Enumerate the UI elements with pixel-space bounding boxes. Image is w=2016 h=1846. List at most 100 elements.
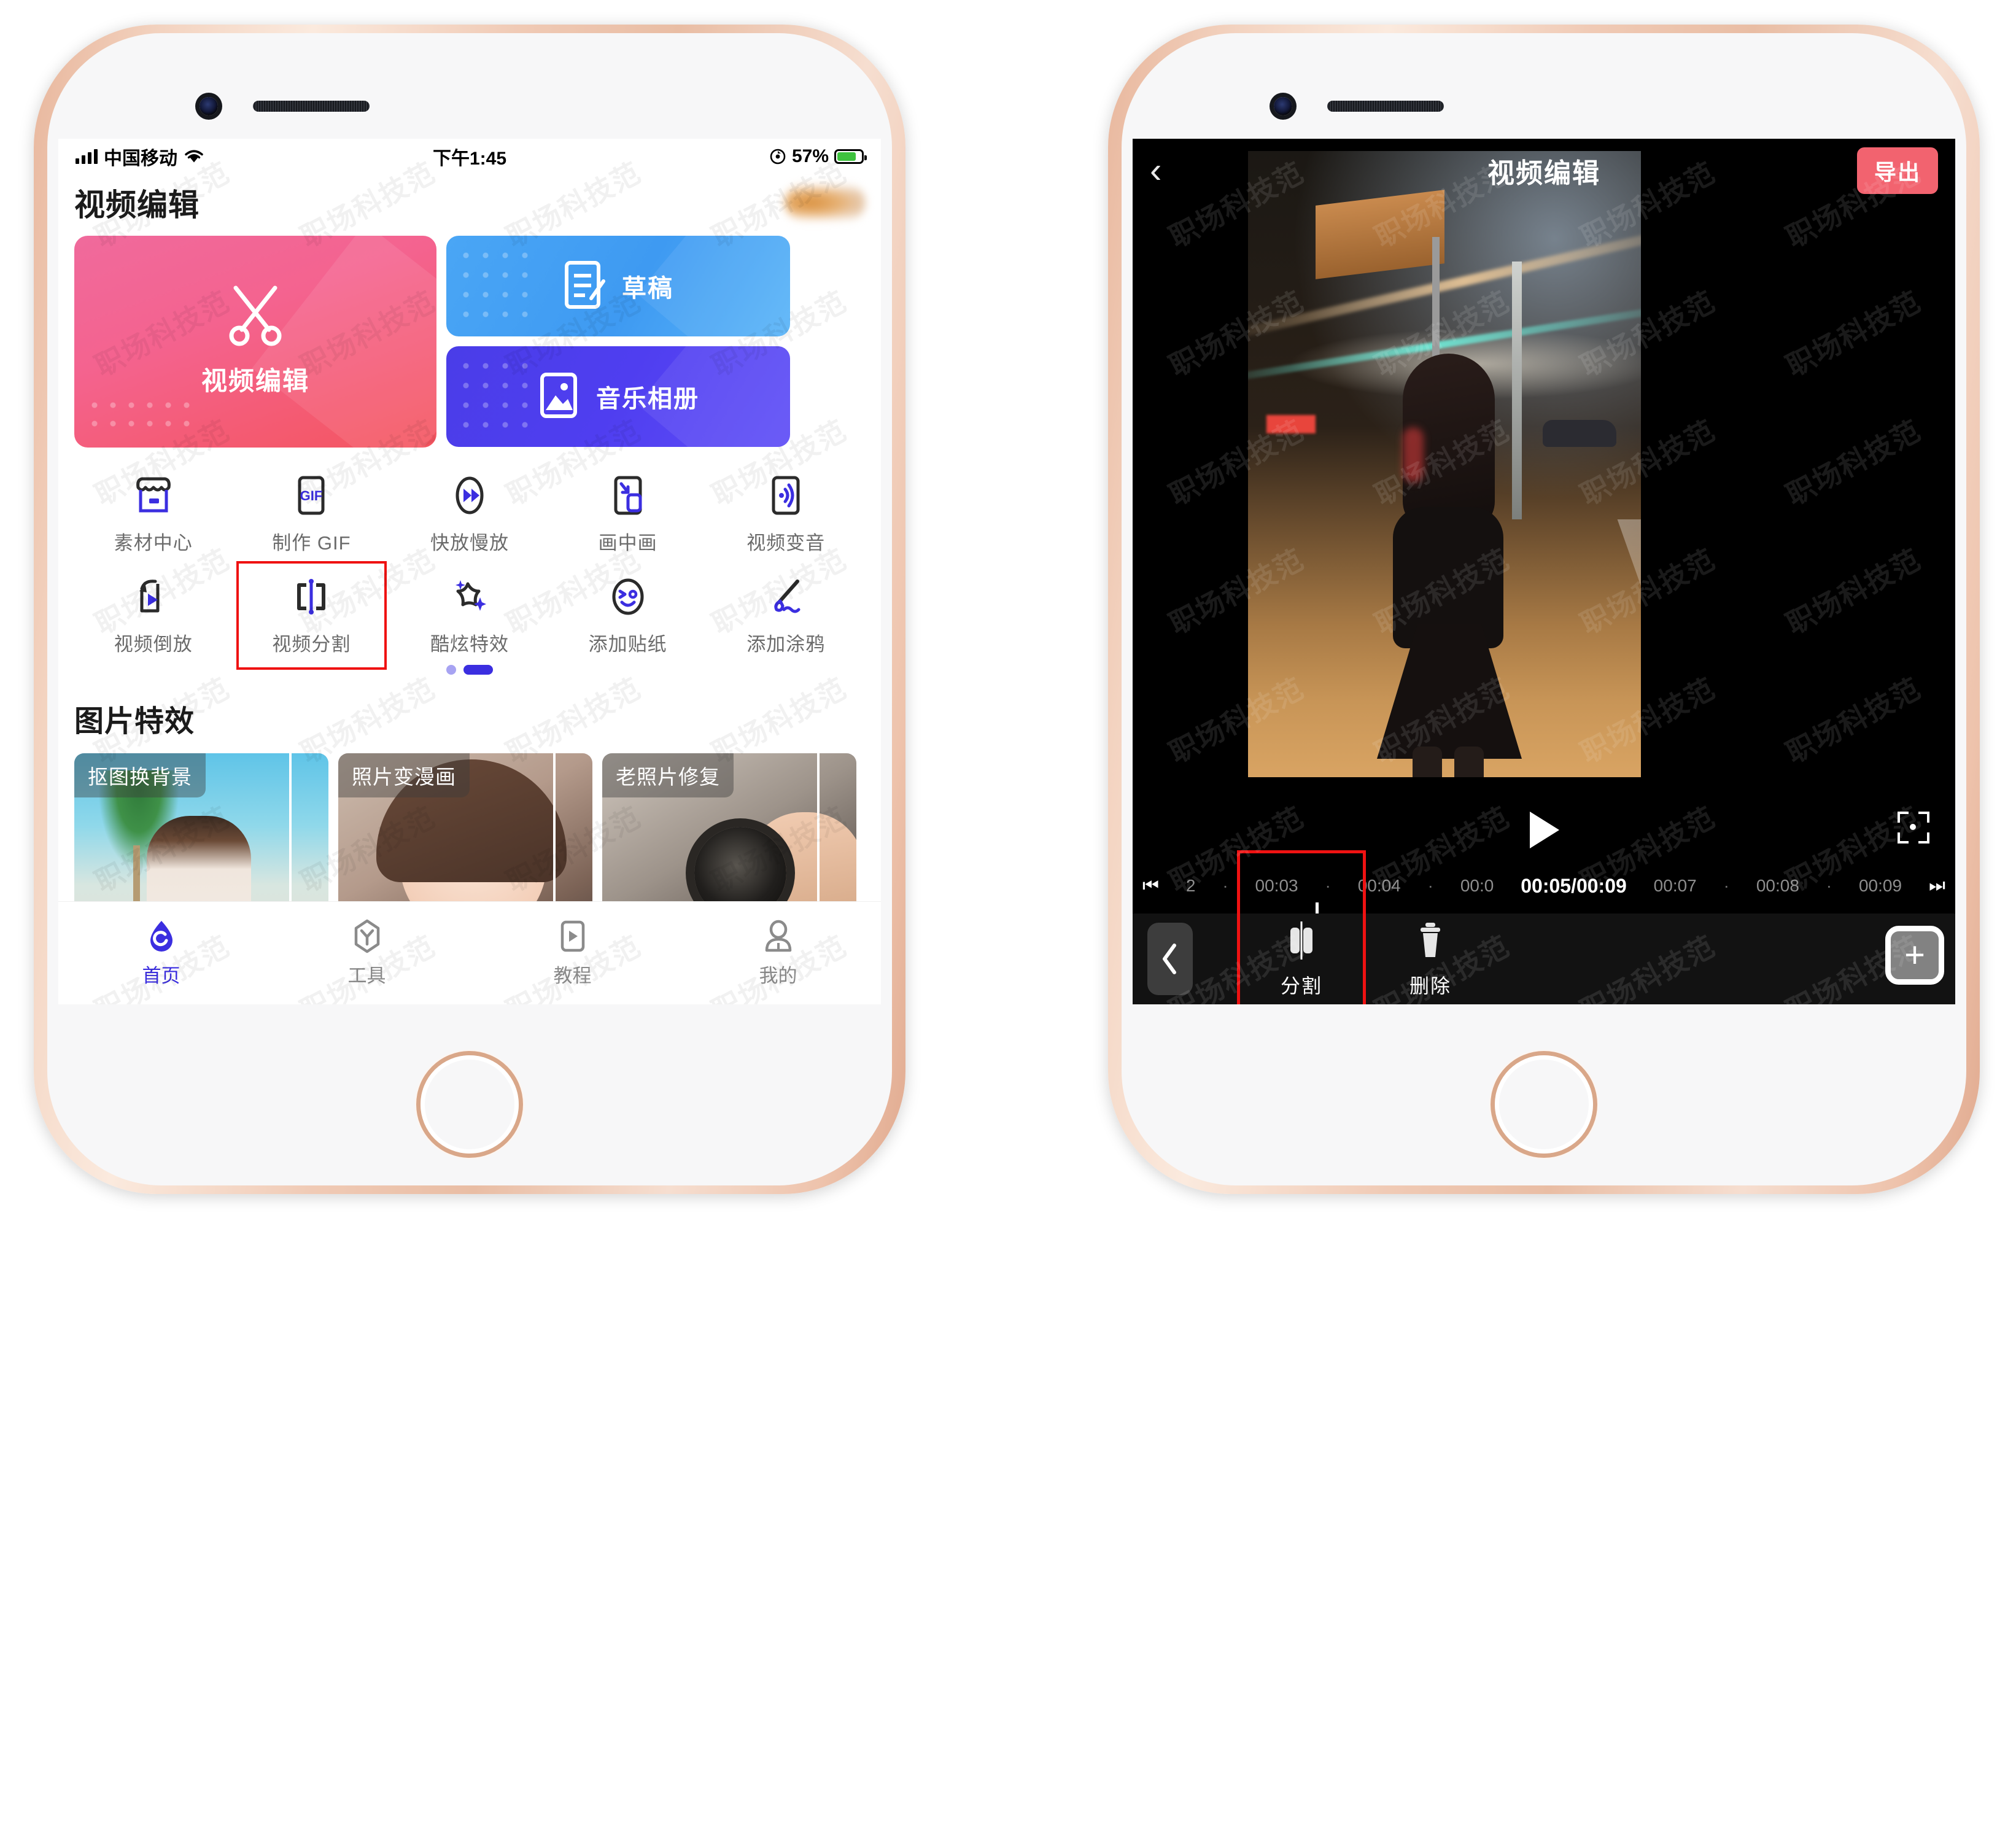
- photo-album-icon: [537, 371, 580, 423]
- video-edit-card-label: 视频编辑: [201, 366, 309, 395]
- tools-grid: 素材中心 GIF 制作 GIF 快放慢放 画中画 视频变音 视频倒放 视频分割 …: [74, 463, 865, 670]
- front-camera-icon: [1274, 97, 1292, 115]
- tabbar-label: 我的: [759, 965, 797, 987]
- voice-change-icon: [766, 472, 806, 519]
- ruler-tick: 00:09: [1858, 876, 1902, 895]
- ruler-tick: 00:07: [1653, 876, 1697, 895]
- left-phone-screen: 职场科技范 职场科技范 职场科技范 职场科技范 职场科技范 职场科技范 职场科技…: [58, 139, 881, 1004]
- video-edit-card[interactable]: 视频编辑: [74, 236, 436, 448]
- ruler-tick: 2: [1185, 876, 1196, 895]
- hero-section: 视频编辑 草稿 音乐相册: [74, 236, 865, 448]
- grid-item-add-sticker[interactable]: 添加贴纸: [549, 565, 707, 664]
- status-left: 中国移动: [76, 143, 204, 170]
- tabbar-label: 教程: [553, 965, 592, 987]
- grid-item-speed[interactable]: 快放慢放: [390, 463, 549, 562]
- battery-percent-label: 57%: [791, 146, 829, 166]
- person-subject: [1368, 354, 1528, 777]
- trash-icon: [1421, 923, 1440, 957]
- grid-item-voice-change[interactable]: 视频变音: [707, 463, 865, 562]
- toolbar-items: 分割 删除: [1237, 850, 1495, 1004]
- neon-sign-decor: [1266, 415, 1316, 433]
- tutorial-icon: [560, 920, 584, 952]
- watermark-text: 职场科技范: [1780, 414, 1926, 511]
- scissors-icon: [229, 285, 282, 346]
- video-split-icon: [289, 573, 333, 620]
- grid-item-video-split[interactable]: 视频分割: [233, 561, 391, 670]
- store-icon: [133, 472, 174, 519]
- section-title-photo-effects: 图片特效: [74, 705, 195, 738]
- grid-item-reverse-play[interactable]: 视频倒放: [74, 565, 233, 664]
- toolbar-item-delete[interactable]: 删除: [1366, 919, 1495, 999]
- skip-to-end-icon[interactable]: ⏭: [1929, 875, 1945, 896]
- grid-item-label: 视频倒放: [114, 634, 193, 655]
- hero-side-column: 草稿 音乐相册: [446, 236, 790, 448]
- grid-item-make-gif[interactable]: GIF 制作 GIF: [233, 463, 391, 562]
- grid-item-cool-effects[interactable]: 酷炫特效: [390, 565, 549, 664]
- tabbar-item-home[interactable]: 首页: [58, 918, 264, 988]
- skip-to-start-icon[interactable]: ⏮: [1142, 875, 1159, 896]
- grid-item-label: 视频分割: [272, 634, 351, 655]
- effect-tag: 老照片修复: [602, 753, 734, 797]
- tabbar-item-tools[interactable]: 工具: [264, 918, 470, 988]
- svg-text:GIF: GIF: [300, 488, 323, 503]
- app-header: 视频编辑: [74, 174, 865, 231]
- toolbar-item-split[interactable]: 分割: [1237, 850, 1366, 1004]
- page-dot-active[interactable]: [463, 665, 493, 675]
- grid-item-label: 快放慢放: [430, 532, 509, 554]
- effect-tag: 抠图换背景: [74, 753, 206, 797]
- draft-document-icon: [563, 260, 606, 312]
- right-phone-mockup: ‹ 视频编辑 导出 ⏮ 2 · 00:03 · 00:04 · 00:0 00:…: [1108, 25, 1980, 1194]
- grid-item-label: 制作 GIF: [272, 532, 351, 554]
- home-button[interactable]: [421, 1055, 519, 1154]
- gif-icon: GIF: [291, 472, 331, 519]
- status-bar: 中国移动 下午1:45 57%: [58, 139, 881, 174]
- fullscreen-button[interactable]: [1898, 812, 1929, 843]
- screenshot-stage: 职场科技范 职场科技范 职场科技范 职场科技范 职场科技范 职场科技范 职场科技…: [0, 0, 2016, 1846]
- music-album-card[interactable]: 音乐相册: [446, 346, 790, 447]
- ruler-dot: ·: [1723, 876, 1729, 895]
- tabbar-item-tutorial[interactable]: 教程: [470, 918, 675, 988]
- grid-item-label: 酷炫特效: [430, 634, 509, 655]
- tabbar-item-profile[interactable]: 我的: [675, 918, 881, 988]
- grid-item-label: 视频变音: [746, 532, 826, 554]
- user-badge-blurred[interactable]: [785, 184, 865, 221]
- ruler-tick: 00:0: [1460, 876, 1494, 895]
- tools-icon: [354, 919, 379, 953]
- editor-title: 视频编辑: [1487, 158, 1600, 188]
- ruler-dot: ·: [1826, 876, 1832, 895]
- watermark-text: 职场科技范: [1780, 672, 1926, 769]
- front-camera-icon: [200, 97, 218, 115]
- grid-item-label: 画中画: [598, 532, 657, 554]
- toolbar-item-label: 分割: [1280, 975, 1322, 997]
- carrier-label: 中国移动: [104, 149, 177, 169]
- draft-card[interactable]: 草稿: [446, 236, 790, 336]
- left-phone-mockup: 职场科技范 职场科技范 职场科技范 职场科技范 职场科技范 职场科技范 职场科技…: [34, 25, 905, 1194]
- toolbar-back-button[interactable]: [1147, 923, 1193, 995]
- toolbar-item-label: 删除: [1409, 975, 1451, 997]
- export-button[interactable]: 导出: [1856, 147, 1938, 194]
- profile-icon: [765, 920, 791, 952]
- wifi-icon: [185, 150, 203, 163]
- grid-item-add-doodle[interactable]: 添加涂鸦: [707, 565, 865, 664]
- watermark-text: 职场科技范: [1780, 543, 1926, 640]
- home-button[interactable]: [1495, 1055, 1593, 1154]
- grid-item-material-center[interactable]: 素材中心: [74, 463, 233, 562]
- video-preview[interactable]: [1248, 151, 1641, 777]
- grid-item-label: 添加涂鸦: [746, 634, 826, 655]
- tabbar-label: 首页: [142, 965, 180, 987]
- current-time-label: 00:05/00:09: [1521, 874, 1627, 897]
- ruler-dot: ·: [1222, 876, 1228, 895]
- ruler-dot: ·: [1427, 876, 1433, 895]
- watermark-text: 职场科技范: [1780, 285, 1926, 382]
- car-decor: [1543, 420, 1616, 447]
- add-clip-button[interactable]: +: [1885, 926, 1944, 985]
- page-dot[interactable]: [446, 665, 456, 675]
- bottom-tab-bar: 首页 工具 教程 我的: [58, 901, 881, 1004]
- smiley-sticker-icon: [607, 573, 649, 620]
- grid-item-pip[interactable]: 画中画: [549, 463, 707, 562]
- picture-in-picture-icon: [608, 472, 648, 519]
- grid-item-label: 素材中心: [114, 532, 193, 554]
- ruler-tick: 00:08: [1756, 876, 1799, 895]
- earpiece-speaker: [1327, 101, 1444, 112]
- play-button[interactable]: [1525, 809, 1563, 854]
